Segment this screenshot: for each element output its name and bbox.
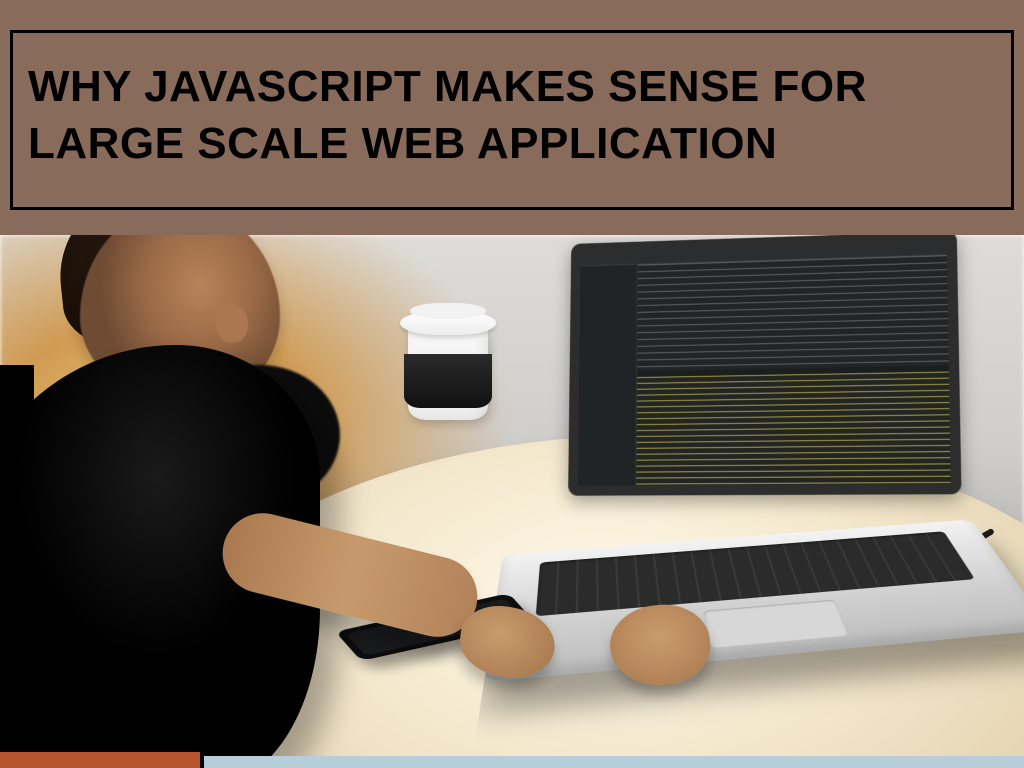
person [0,235,400,768]
laptop-screen [578,241,951,486]
laptop-base [484,519,1024,682]
hero-photo [0,235,1024,768]
laptop-lid [568,235,961,496]
accent-bar-blue [204,756,1024,768]
laptop-keyboard [536,531,975,616]
header-band: WHY JAVASCRIPT MAKES SENSE FOR LARGE SCA… [0,0,1024,235]
accent-bar-orange [0,752,200,768]
screen-sidebar [578,265,638,486]
person-ear [216,303,248,343]
title-box: WHY JAVASCRIPT MAKES SENSE FOR LARGE SCA… [10,30,1014,210]
screen-code-pane [637,255,949,371]
screen-terminal-pane [636,372,951,486]
page-title: WHY JAVASCRIPT MAKES SENSE FOR LARGE SCA… [28,58,996,172]
laptop-trackpad [703,600,849,649]
